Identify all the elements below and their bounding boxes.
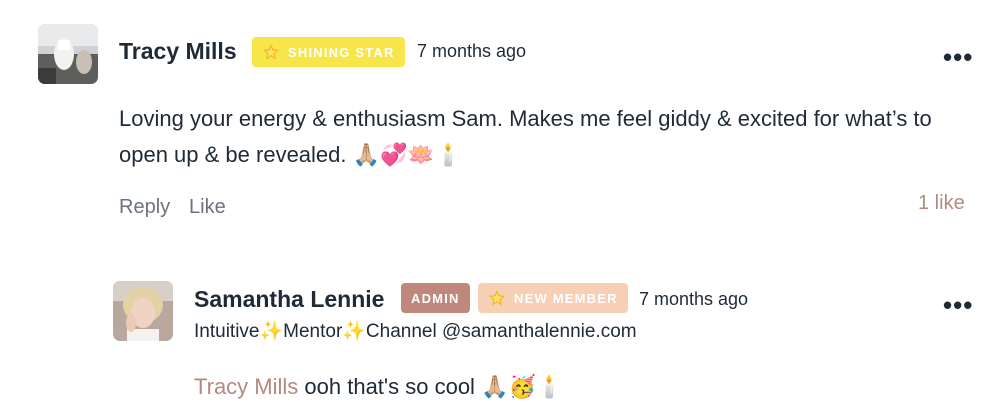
- comment-body: Loving your energy & enthusiasm Sam. Mak…: [119, 106, 932, 167]
- comment-timestamp[interactable]: 7 months ago: [417, 41, 526, 62]
- avatar-tracy-mills[interactable]: [38, 24, 98, 84]
- author-bio: Intuitive✨Mentor✨Channel @samanthalennie…: [194, 321, 637, 342]
- avatar-photo: [38, 24, 98, 84]
- more-options-icon[interactable]: •••: [943, 44, 973, 70]
- badge-label: SHINING STAR: [288, 44, 395, 60]
- admin-badge: ADMIN: [401, 283, 470, 313]
- author-name[interactable]: Samantha Lennie: [194, 286, 384, 313]
- avatar-samantha-lennie[interactable]: [113, 281, 173, 341]
- new-member-badge: NEW MEMBER: [478, 283, 628, 313]
- author-name[interactable]: Tracy Mills: [119, 38, 237, 65]
- shining-star-badge: SHINING STAR: [252, 37, 405, 67]
- mention-link[interactable]: Tracy Mills: [194, 374, 298, 399]
- star-icon: [488, 289, 506, 306]
- like-count[interactable]: 1 like: [918, 192, 965, 215]
- reply-timestamp[interactable]: 7 months ago: [639, 289, 748, 310]
- avatar-photo: [113, 281, 173, 341]
- reply-button[interactable]: Reply: [119, 196, 170, 219]
- star-icon: [262, 43, 280, 60]
- like-button[interactable]: Like: [189, 196, 226, 219]
- reply-body: Tracy Mills ooh that's so cool 🙏🏼🥳🕯️: [194, 369, 954, 405]
- badge-label: NEW MEMBER: [514, 290, 618, 306]
- more-options-icon[interactable]: •••: [943, 292, 973, 318]
- reply-text: ooh that's so cool 🙏🏼🥳🕯️: [298, 374, 564, 399]
